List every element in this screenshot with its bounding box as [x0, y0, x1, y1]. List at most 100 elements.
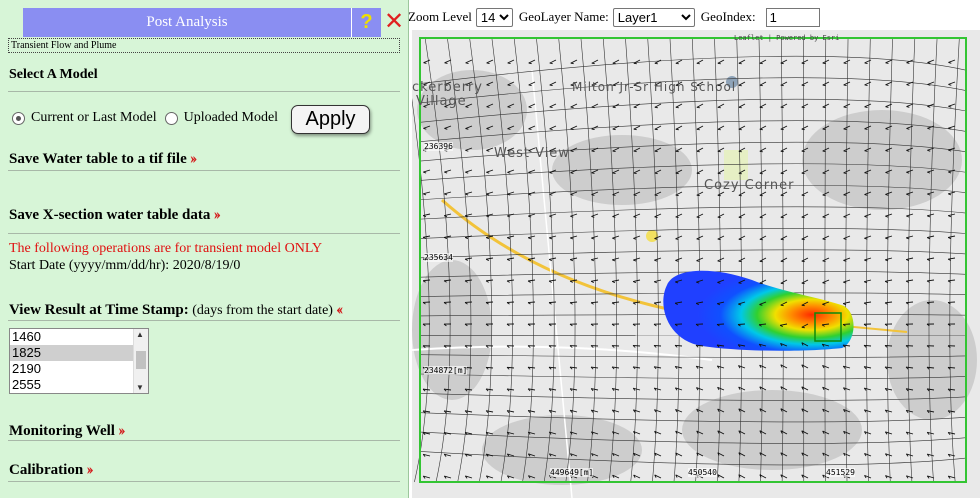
flow-vector [444, 59, 452, 64]
flow-vector [569, 301, 578, 304]
flow-vector [507, 59, 515, 64]
flow-vector [884, 301, 893, 304]
flow-vector [885, 257, 893, 261]
flow-vector-head [948, 105, 952, 108]
flow-vector [528, 235, 536, 239]
flow-vector [906, 279, 914, 282]
divider [8, 170, 400, 171]
model-radio-group: Current or Last Model Uploaded Model [12, 110, 278, 126]
place-label: Milton Jr-Sr High School [572, 80, 737, 94]
flow-vector [528, 279, 536, 282]
flow-vector-head [485, 258, 489, 261]
flow-vector-head [801, 128, 805, 131]
flow-vector-head [801, 282, 805, 285]
apply-button[interactable]: Apply [291, 105, 370, 134]
flow-vector-head [528, 62, 532, 65]
geolayer-select[interactable]: Layer1 [612, 7, 695, 27]
flow-vector-head [591, 106, 595, 109]
post-analysis-panel: Post Analysis ? ✕ Transient Flow and Plu… [0, 0, 409, 498]
flow-vector-head [486, 193, 490, 196]
flow-vector [780, 235, 788, 240]
flow-vector [801, 257, 809, 262]
flow-vector-head [633, 194, 637, 196]
flow-vector [780, 169, 788, 174]
timestamp-option[interactable]: 1460 [10, 329, 148, 345]
flow-vector [696, 257, 704, 262]
flow-vector-head [570, 237, 574, 240]
flow-vector [864, 257, 872, 261]
map-view[interactable]: ckerberry Village Milton Jr-Sr High Scho… [412, 30, 980, 498]
flow-vector [675, 59, 683, 64]
scroll-thumb[interactable] [136, 351, 146, 369]
flow-vector [549, 235, 557, 239]
flow-vector [948, 191, 956, 195]
flow-vector-head [612, 172, 616, 174]
flow-vector-head [465, 193, 469, 196]
radio-current-model[interactable] [12, 111, 25, 125]
flow-vector [612, 279, 620, 282]
flow-vector-head [549, 215, 553, 218]
timestamp-listbox[interactable]: 1460 1825 2190 2555 ▲ ▼ [9, 328, 149, 394]
grid-line [536, 37, 555, 483]
flow-vector [948, 125, 956, 129]
y-coordinate-label: 236396 [424, 142, 453, 151]
place-label: West View [494, 146, 570, 161]
flow-vector [528, 59, 536, 64]
flow-vector-head [885, 215, 889, 218]
zoom-level-select[interactable]: 14 [475, 7, 513, 27]
scroll-up-icon[interactable]: ▲ [136, 330, 144, 339]
flow-vector-head [486, 150, 490, 152]
monitoring-well-link[interactable]: Monitoring Well ›› [9, 422, 125, 440]
save-water-table-link[interactable]: Save Water table to a tif file ›› [9, 150, 197, 168]
flow-vector [801, 279, 809, 284]
timestamp-option[interactable]: 2555 [10, 377, 148, 393]
flow-vector-head [948, 62, 952, 64]
flow-vector [549, 279, 557, 282]
save-xsection-link[interactable]: Save X-section water table data ›› [9, 206, 221, 224]
flow-vector-head [527, 280, 531, 283]
flow-vector [528, 125, 536, 130]
flow-vector [885, 59, 893, 64]
flow-vector-head [843, 128, 847, 130]
chevron-right-icon: ›› [213, 206, 220, 223]
flow-vector [906, 235, 914, 239]
flow-vector [444, 191, 452, 195]
flow-vector-head [612, 259, 616, 262]
scroll-down-icon[interactable]: ▼ [136, 383, 144, 392]
flow-vector [570, 59, 578, 64]
flow-vector-head [486, 215, 490, 218]
flow-vector-head [654, 216, 658, 218]
flow-vector-head [423, 171, 427, 174]
flow-vector-head [590, 280, 595, 284]
chevron-left-icon: ‹‹ [335, 301, 343, 318]
flow-vector [843, 235, 851, 240]
flow-vector-head [444, 171, 448, 174]
help-button[interactable]: ? [351, 8, 381, 37]
close-icon[interactable]: ✕ [383, 8, 405, 34]
timestamp-option-selected[interactable]: 1825 [10, 345, 148, 361]
flow-vector [759, 81, 767, 86]
flow-vector-head [570, 128, 574, 131]
flow-vector-head [885, 84, 889, 86]
flow-vector [423, 169, 431, 173]
flow-vector [675, 125, 683, 130]
flow-vector [465, 191, 473, 195]
timestamp-option[interactable]: 2190 [10, 361, 148, 377]
flow-vector-head [906, 106, 910, 108]
flow-vector-head [906, 84, 910, 86]
flow-vector [737, 323, 746, 325]
flow-vector [738, 235, 746, 240]
flow-vector [801, 103, 809, 108]
radio-uploaded-model[interactable] [164, 111, 178, 125]
flow-vector [654, 103, 662, 108]
geoindex-input[interactable] [765, 7, 820, 27]
flow-vector-head [465, 62, 469, 64]
flow-vector [948, 103, 956, 107]
save-water-table-label: Save Water table to a tif file [9, 151, 187, 167]
flow-vector [780, 213, 788, 218]
calibration-link[interactable]: Calibration ›› [9, 461, 94, 479]
flow-vector-head [528, 84, 532, 87]
flow-vector [843, 59, 851, 64]
view-result-link[interactable]: View Result at Time Stamp: (days from th… [9, 301, 343, 319]
listbox-scrollbar[interactable]: ▲ ▼ [133, 329, 148, 393]
